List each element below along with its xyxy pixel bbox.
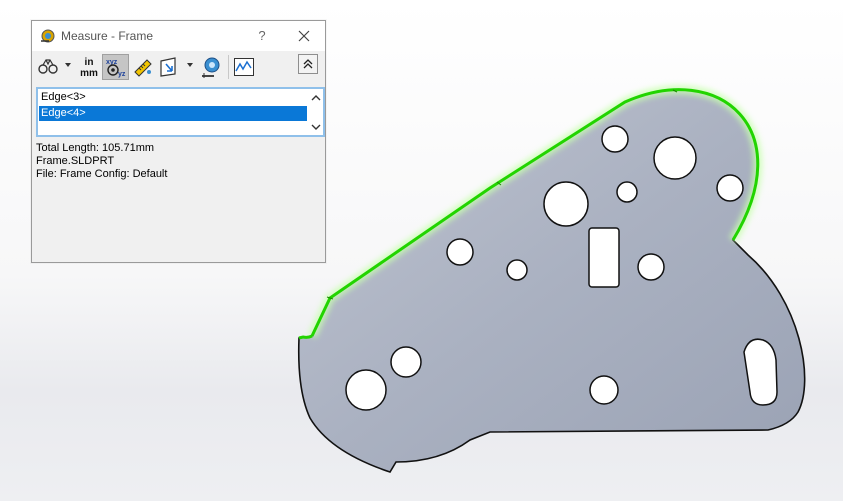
hole[interactable] [616,181,638,203]
hole[interactable] [345,369,387,411]
point-to-point-button[interactable] [131,54,155,80]
hole[interactable] [716,174,744,202]
units-precision-button[interactable]: in mm [76,54,102,80]
dialog-title: Measure - Frame [61,29,154,43]
help-button[interactable]: ? [252,26,272,46]
point-to-point-icon [134,59,152,77]
show-xyz-measurements-icon: xyz yz [106,59,126,78]
hole[interactable] [589,375,619,405]
measure-results: Total Length: 105.71mm Frame.SLDPRT File… [36,142,167,181]
measure-toolbar: in mm xyz yz [32,51,325,85]
slot[interactable] [588,227,620,288]
toolbar-separator [228,55,229,79]
selections-list[interactable]: Edge<3> Edge<4> [36,87,325,137]
create-sensor-icon [202,57,220,78]
hole[interactable] [506,259,528,281]
part-file-text: Frame.SLDPRT [36,155,115,167]
measurement-history-button[interactable] [232,54,256,80]
hole[interactable] [601,125,629,153]
hole[interactable] [543,181,589,227]
projected-on-icon [160,57,176,77]
units-precision-icon: in mm [80,57,98,79]
list-item-selected[interactable]: Edge<4> [39,106,307,121]
projected-on-button[interactable] [158,54,182,80]
show-xyz-measurements-button[interactable]: xyz yz [102,54,129,80]
chevron-down-icon[interactable] [187,63,193,67]
list-item[interactable]: Edge<3> [39,90,307,105]
create-sensor-button[interactable] [198,54,224,80]
total-length-text: Total Length: 105.71mm [36,142,155,154]
config-text: File: Frame Config: Default [36,168,168,180]
measure-dialog: Measure - Frame ? in mm xyz yz Edge<3> E… [31,20,326,263]
dialog-titlebar: Measure - Frame ? [32,21,325,51]
measure-app-icon [40,28,56,44]
close-button[interactable] [290,24,318,48]
double-chevron-up-icon [303,59,313,69]
close-icon [298,30,310,42]
hole[interactable] [637,253,665,281]
measurement-history-icon [234,58,254,76]
chevron-down-icon[interactable] [65,63,71,67]
svg-text:in: in [85,57,94,68]
scroll-down-icon[interactable] [309,120,323,134]
hole[interactable] [653,136,697,180]
arc-circle-measurements-icon [38,59,58,74]
scroll-up-icon[interactable] [309,91,323,105]
selected-edge-3[interactable] [298,334,313,340]
svg-text:mm: mm [80,68,98,79]
arc-circle-measurements-button[interactable] [36,54,60,80]
hole[interactable] [446,238,474,266]
svg-text:yz: yz [118,71,126,78]
hole[interactable] [390,346,422,378]
collapse-button[interactable] [298,54,318,74]
